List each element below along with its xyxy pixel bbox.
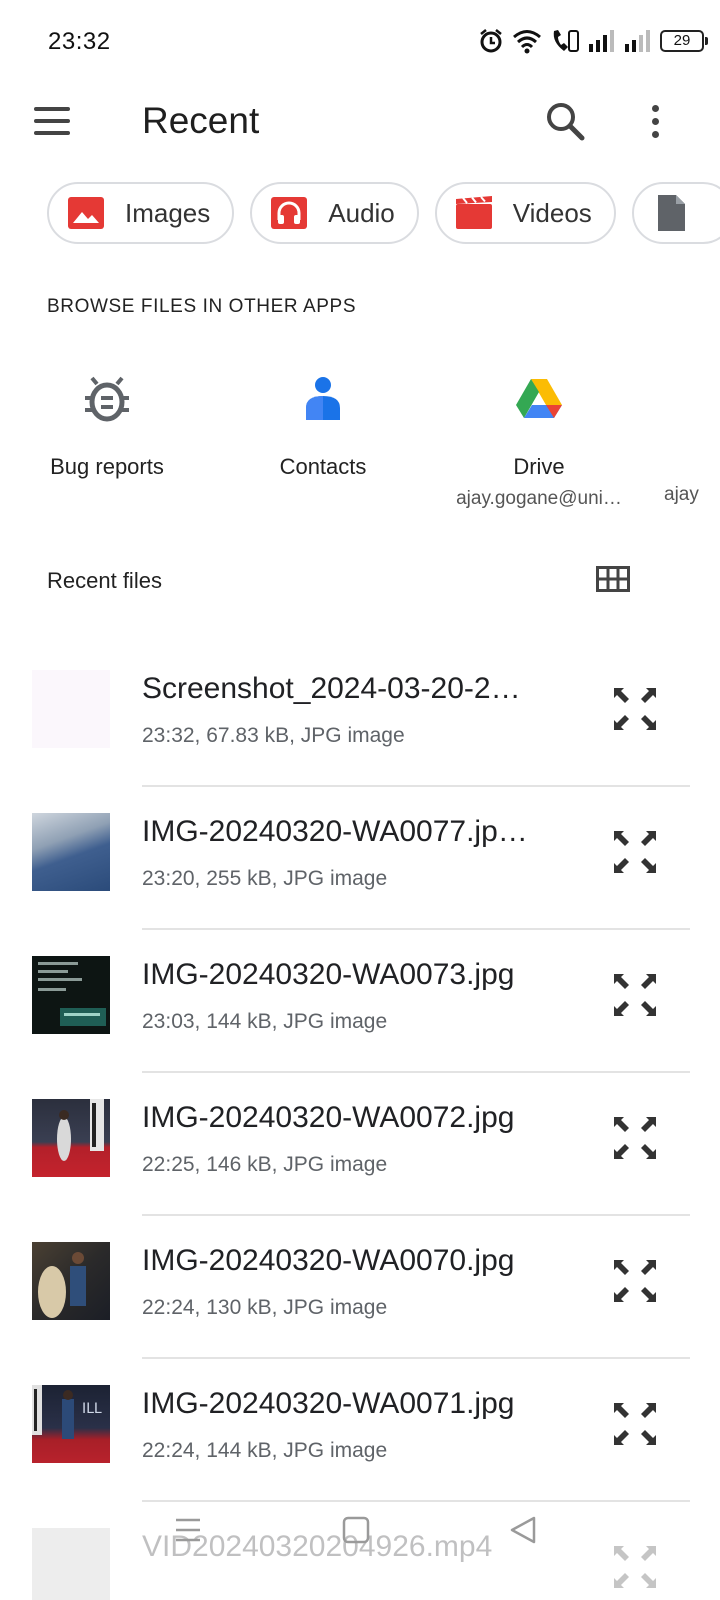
app-label: Contacts xyxy=(279,454,367,479)
svg-text:ILL: ILL xyxy=(82,1401,102,1417)
battery-icon: 29 xyxy=(660,30,708,52)
file-row[interactable]: IMG-20240320-WA0072.jpg 22:25, 146 kB, J… xyxy=(0,1073,720,1216)
more-vert-icon[interactable] xyxy=(640,100,670,142)
document-icon xyxy=(652,195,690,231)
browse-section-title: BROWSE FILES IN OTHER APPS xyxy=(47,296,357,317)
file-row[interactable]: ILL IMG-20240320-WA0071.jpg 22:24, 144 k… xyxy=(0,1359,720,1502)
wifi-icon xyxy=(513,30,541,54)
recent-file-list: Screenshot_2024-03-20-2… 23:32, 67.83 kB… xyxy=(0,644,720,1600)
files-app-screen: 23:32 29 Recent Images Audio Videos BROW… xyxy=(0,0,720,1600)
app-contacts[interactable]: Contacts xyxy=(228,368,418,480)
app-label: Bug reports xyxy=(50,454,164,479)
alarm-icon xyxy=(480,29,502,53)
file-thumbnail xyxy=(32,670,110,748)
expand-preview-icon[interactable] xyxy=(612,972,658,1018)
expand-preview-icon[interactable] xyxy=(612,1401,658,1447)
chip-audio[interactable]: Audio xyxy=(250,182,419,244)
chip-label: Audio xyxy=(328,197,395,228)
back-icon[interactable] xyxy=(504,1510,544,1550)
signal-sim2-icon xyxy=(625,30,650,52)
file-thumbnail xyxy=(32,1099,110,1177)
file-meta: 22:24, 144 kB, JPG image xyxy=(142,1439,388,1462)
bug-icon xyxy=(77,368,137,428)
file-name: IMG-20240320-WA0070.jpg xyxy=(142,1244,515,1277)
file-thumbnail xyxy=(32,1242,110,1320)
expand-preview-icon[interactable] xyxy=(612,686,658,732)
chip-label: Videos xyxy=(512,197,592,228)
file-thumbnail: ILL xyxy=(32,1385,110,1463)
other-apps-row: Bug reports Contacts Drive ajay.gogane@u… xyxy=(0,368,720,518)
contacts-icon xyxy=(293,368,353,428)
file-meta: 23:03, 144 kB, JPG image xyxy=(142,1010,388,1033)
drive-account: ajay.gogane@uni… xyxy=(456,488,622,509)
file-thumbnail xyxy=(32,813,110,891)
expand-preview-icon[interactable] xyxy=(612,829,658,875)
expand-preview-icon[interactable] xyxy=(612,1115,658,1161)
next-app-account[interactable]: ajay xyxy=(664,484,699,506)
file-row[interactable]: Screenshot_2024-03-20-2… 23:32, 67.83 kB… xyxy=(0,644,720,787)
app-drive[interactable]: Drive ajay.gogane@uni… xyxy=(444,368,634,510)
volte-call-icon xyxy=(553,30,579,52)
status-icons: 29 xyxy=(478,26,708,56)
file-name: IMG-20240320-WA0072.jpg xyxy=(142,1101,515,1134)
chip-label: Images xyxy=(125,197,211,228)
app-bug-reports[interactable]: Bug reports xyxy=(12,368,202,480)
recent-files-title: Recent files xyxy=(47,568,162,593)
category-chips: Images Audio Videos xyxy=(47,182,720,244)
status-bar: 23:32 29 xyxy=(0,0,720,80)
home-icon[interactable] xyxy=(336,1510,376,1550)
file-name: IMG-20240320-WA0071.jpg xyxy=(142,1387,515,1420)
signal-sim1-icon xyxy=(589,30,614,52)
hamburger-menu-icon[interactable] xyxy=(34,100,76,142)
grid-view-icon[interactable] xyxy=(596,566,630,592)
file-meta: 23:20, 255 kB, JPG image xyxy=(142,867,388,890)
movie-icon xyxy=(455,196,493,230)
chip-images[interactable]: Images xyxy=(47,182,235,244)
google-drive-icon xyxy=(509,368,569,428)
file-row[interactable]: IMG-20240320-WA0070.jpg 22:24, 130 kB, J… xyxy=(0,1216,720,1359)
app-label: Drive xyxy=(513,454,565,479)
search-icon[interactable] xyxy=(544,100,586,142)
file-meta: 23:32, 67.83 kB, JPG image xyxy=(142,724,405,747)
app-bar: Recent xyxy=(0,80,720,162)
chip-documents[interactable] xyxy=(631,182,720,244)
headphones-icon xyxy=(270,196,308,230)
file-row[interactable]: IMG-20240320-WA0073.jpg 23:03, 144 kB, J… xyxy=(0,930,720,1073)
image-icon xyxy=(67,196,105,230)
file-thumbnail xyxy=(32,956,110,1034)
file-name: IMG-20240320-WA0073.jpg xyxy=(142,958,515,991)
chip-videos[interactable]: Videos xyxy=(434,182,616,244)
file-row[interactable]: IMG-20240320-WA0077.jp… 23:20, 255 kB, J… xyxy=(0,787,720,930)
file-name: IMG-20240320-WA0077.jp… xyxy=(142,815,528,848)
expand-preview-icon[interactable] xyxy=(612,1258,658,1304)
page-title: Recent xyxy=(142,100,260,141)
file-meta: 22:24, 130 kB, JPG image xyxy=(142,1296,388,1319)
recents-icon[interactable] xyxy=(168,1510,208,1550)
file-meta: 22:25, 146 kB, JPG image xyxy=(142,1153,388,1176)
file-name: Screenshot_2024-03-20-2… xyxy=(142,672,521,705)
status-time: 23:32 xyxy=(48,28,111,55)
system-nav-bar xyxy=(0,1500,720,1600)
